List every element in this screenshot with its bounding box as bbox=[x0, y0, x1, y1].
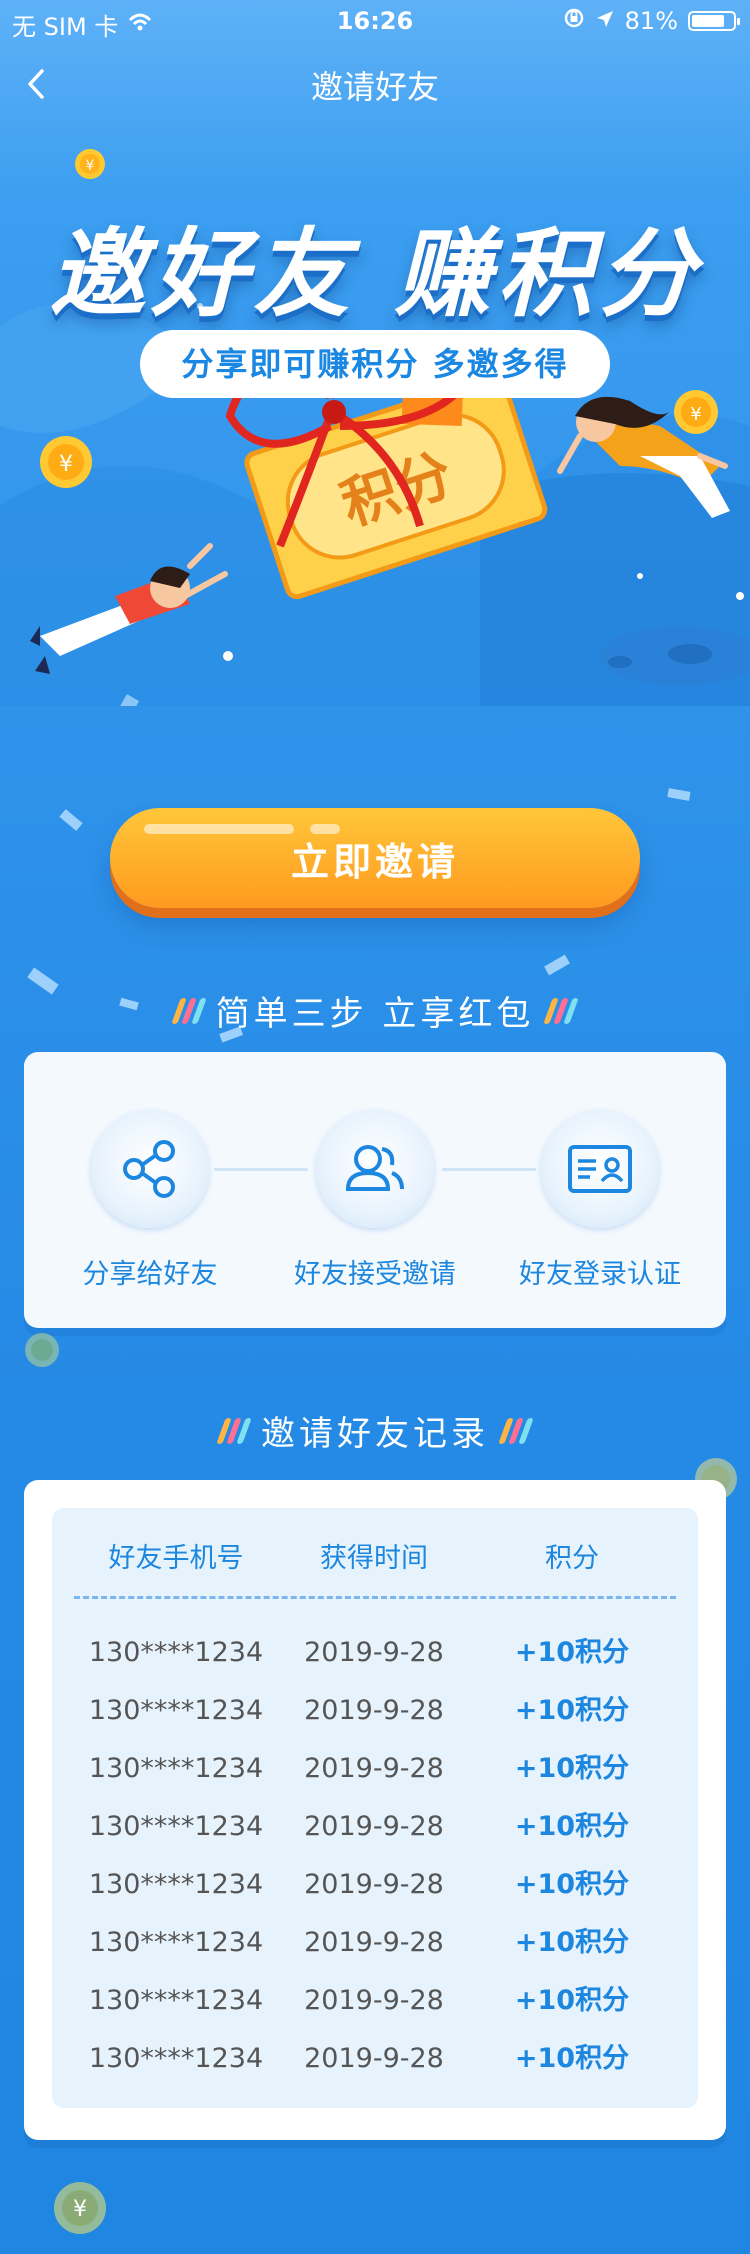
cell-time: 2019-9-28 bbox=[304, 1637, 444, 1668]
slash-decoration-left bbox=[216, 1417, 252, 1444]
battery-fill bbox=[692, 15, 724, 27]
column-header-time: 获得时间 bbox=[320, 1543, 428, 1574]
battery-icon bbox=[688, 11, 740, 31]
cell-phone: 130****1234 bbox=[88, 1927, 264, 1958]
table-row: 130****1234 2019-9-28 +10积分 bbox=[52, 1682, 698, 1740]
cta-gloss bbox=[144, 824, 294, 834]
cell-phone: 130****1234 bbox=[88, 1811, 264, 1842]
table-header: 好友手机号 获得时间 积分 bbox=[52, 1530, 698, 1588]
coin-icon: ¥ bbox=[674, 390, 718, 434]
column-header-phone: 好友手机号 bbox=[108, 1543, 244, 1574]
table-row: 130****1234 2019-9-28 +10积分 bbox=[52, 1624, 698, 1682]
cell-time: 2019-9-28 bbox=[304, 1927, 444, 1958]
slash-decoration-left bbox=[170, 997, 207, 1024]
cell-points: +10积分 bbox=[514, 2043, 630, 2074]
invite-now-button[interactable]: 立即邀请 bbox=[110, 808, 640, 908]
page-title: 邀请好友 bbox=[310, 68, 439, 106]
cell-time: 2019-9-28 bbox=[304, 2043, 444, 2074]
location-arrow-icon bbox=[595, 7, 615, 35]
coin-icon: ¥ bbox=[40, 436, 92, 488]
column-header-points: 积分 bbox=[545, 1543, 599, 1574]
slash-decoration-right bbox=[498, 1417, 534, 1444]
coin-icon: ¥ bbox=[54, 2182, 106, 2234]
records-table: 好友手机号 获得时间 积分 130****1234 2019-9-28 +10积… bbox=[52, 1508, 698, 2108]
step-accept: 好友接受邀请 bbox=[275, 1110, 475, 1291]
navbar: 邀请好友 bbox=[0, 42, 750, 126]
cell-phone: 130****1234 bbox=[88, 1753, 264, 1784]
cell-points: +10积分 bbox=[514, 1927, 630, 1958]
table-row: 130****1234 2019-9-28 +10积分 bbox=[52, 1914, 698, 1972]
cell-points: +10积分 bbox=[514, 1869, 630, 1900]
cell-time: 2019-9-28 bbox=[304, 1695, 444, 1726]
cell-phone: 130****1234 bbox=[88, 1869, 264, 1900]
table-row: 130****1234 2019-9-28 +10积分 bbox=[52, 2030, 698, 2088]
svg-text:¥: ¥ bbox=[690, 404, 701, 425]
table-row: 130****1234 2019-9-28 +10积分 bbox=[52, 1740, 698, 1798]
step-share: 分享给好友 bbox=[50, 1110, 250, 1291]
battery-percent: 81% bbox=[624, 7, 678, 35]
table-row: 130****1234 2019-9-28 +10积分 bbox=[52, 1856, 698, 1914]
hero-subtitle: 分享即可赚积分 多邀多得 bbox=[140, 330, 610, 398]
rotation-lock-icon bbox=[563, 7, 585, 35]
step-icon-circle bbox=[316, 1110, 434, 1228]
hero-banner: ¥ ¥ ¥ 积分 邀好友 赚积分 分享即可赚积分 多邀多得 bbox=[0, 126, 750, 706]
records-section-title: 邀请好友记录 bbox=[261, 1414, 489, 1454]
cell-time: 2019-9-28 bbox=[304, 1869, 444, 1900]
cell-points: +10积分 bbox=[514, 1753, 630, 1784]
table-divider bbox=[74, 1596, 676, 1599]
cell-points: +10积分 bbox=[514, 1695, 630, 1726]
step-icon-circle bbox=[91, 1110, 209, 1228]
step-label: 分享给好友 bbox=[82, 1259, 218, 1290]
coin-icon bbox=[25, 1333, 59, 1367]
invite-now-label: 立即邀请 bbox=[290, 839, 459, 884]
cell-points: +10积分 bbox=[514, 1985, 630, 2016]
step-label: 好友接受邀请 bbox=[294, 1259, 456, 1290]
cell-phone: 130****1234 bbox=[88, 1637, 264, 1668]
cell-phone: 130****1234 bbox=[88, 2043, 264, 2074]
cell-phone: 130****1234 bbox=[88, 1695, 264, 1726]
cell-phone: 130****1234 bbox=[88, 1985, 264, 2016]
hero-title: 邀好友 赚积分 bbox=[49, 218, 701, 330]
status-bar: 无 SIM 卡 16:26 81% bbox=[0, 0, 750, 42]
users-icon bbox=[345, 1145, 404, 1191]
cell-points: +10积分 bbox=[514, 1811, 630, 1842]
coin-icon: ¥ bbox=[75, 149, 105, 179]
slash-decoration-right bbox=[543, 997, 580, 1024]
cell-time: 2019-9-28 bbox=[304, 1985, 444, 2016]
steps-section-title: 简单三步 立享红包 bbox=[215, 994, 535, 1034]
cell-time: 2019-9-28 bbox=[304, 1753, 444, 1784]
step-icon-circle bbox=[541, 1110, 659, 1228]
share-icon bbox=[123, 1140, 175, 1198]
steps-card: 分享给好友 好友接受邀请 好友登录认证 bbox=[24, 1052, 726, 1328]
table-row: 130****1234 2019-9-28 +10积分 bbox=[52, 1972, 698, 2030]
id-card-icon bbox=[568, 1145, 632, 1193]
cta-gloss bbox=[310, 824, 340, 834]
table-row: 130****1234 2019-9-28 +10积分 bbox=[52, 1798, 698, 1856]
step-label: 好友登录认证 bbox=[519, 1259, 681, 1290]
svg-text:¥: ¥ bbox=[73, 2197, 87, 2222]
cell-time: 2019-9-28 bbox=[304, 1811, 444, 1842]
records-section-header: 邀请好友记录 bbox=[0, 1406, 750, 1455]
records-card: 好友手机号 获得时间 积分 130****1234 2019-9-28 +10积… bbox=[24, 1480, 726, 2140]
step-verify: 好友登录认证 bbox=[500, 1110, 700, 1291]
svg-text:¥: ¥ bbox=[59, 452, 73, 477]
invite-page: 无 SIM 卡 16:26 81% 邀请好友 ¥ ¥ ¥ 积分 邀好友 赚积分 … bbox=[0, 0, 750, 2254]
cell-points: +10积分 bbox=[514, 1637, 630, 1668]
steps-section-header: 简单三步 立享红包 bbox=[0, 986, 750, 1035]
svg-text:¥: ¥ bbox=[86, 158, 95, 174]
